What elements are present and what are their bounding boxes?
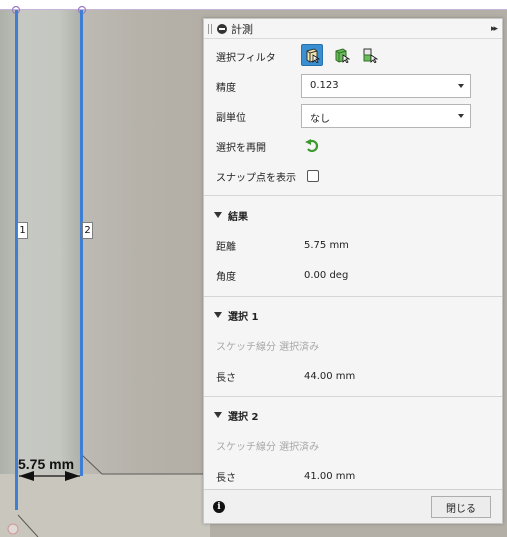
dimension-arrow-left [19, 471, 34, 481]
angle-row: 角度 0.00 deg [204, 260, 502, 290]
panel-header[interactable]: 計測 ▸▸ [204, 19, 502, 39]
secondary-unit-dropdown[interactable]: なし [301, 104, 471, 128]
divider [204, 195, 502, 196]
expand-icon[interactable]: ▸▸ [491, 24, 498, 34]
dimension-label: 5.75 mm [18, 456, 75, 472]
precision-value: 0.123 [310, 80, 339, 91]
selection2-status-row: スケッチ線分 選択済み [204, 430, 502, 460]
panel-footer: i 閉じる [204, 489, 502, 523]
measure-panel: 計測 ▸▸ 選択フィルタ 精度 0.123 副単位 なし 選択を再開 スナップ点… [203, 18, 503, 524]
selection2-section-header[interactable]: 選択 2 [204, 400, 502, 430]
divider [204, 396, 502, 397]
selection1-length-label: 長さ [216, 372, 236, 384]
floor-edge [81, 454, 210, 475]
selection2-status: スケッチ線分 選択済み [216, 441, 320, 453]
secondary-unit-label: 副単位 [216, 112, 246, 124]
panel-title: 計測 [231, 22, 253, 36]
selected-edge-2[interactable] [80, 10, 83, 476]
drag-grip-icon[interactable] [208, 23, 212, 34]
info-icon[interactable]: i [213, 501, 225, 513]
restart-selection-label: 選択を再開 [216, 142, 266, 154]
chevron-down-icon [458, 84, 464, 88]
origin-marker [7, 523, 19, 535]
distance-label: 距離 [216, 241, 236, 253]
restart-icon[interactable] [304, 138, 320, 154]
edge-tag-2: 2 [82, 222, 93, 239]
face-filter-icon [306, 48, 320, 63]
collapse-icon[interactable] [217, 23, 227, 34]
restart-selection-row: 選択を再開 [204, 131, 502, 161]
snap-points-row: スナップ点を表示 [204, 161, 502, 191]
close-button[interactable]: 閉じる [431, 496, 491, 518]
body-filter-icon [335, 48, 350, 63]
dimension-arrow-right [65, 471, 80, 481]
selection1-status-row: スケッチ線分 選択済み [204, 330, 502, 360]
body-filter-button[interactable] [331, 44, 353, 66]
component-filter-icon [363, 48, 378, 63]
results-title: 結果 [228, 211, 248, 223]
secondary-unit-value: なし [310, 114, 330, 125]
selection2-length-row: 長さ 41.00 mm [204, 461, 502, 491]
divider [204, 296, 502, 297]
snap-points-label: スナップ点を表示 [216, 172, 296, 184]
component-filter-button[interactable] [359, 44, 381, 66]
face-filter-button[interactable] [301, 44, 323, 66]
selected-edge-1[interactable] [15, 10, 18, 510]
distance-value: 5.75 mm [304, 239, 349, 251]
distance-row: 距離 5.75 mm [204, 230, 502, 260]
precision-label: 精度 [216, 82, 236, 94]
selection2-length-label: 長さ [216, 472, 236, 484]
collapse-triangle-icon[interactable] [214, 312, 222, 318]
selection1-length-row: 長さ 44.00 mm [204, 361, 502, 391]
angle-label: 角度 [216, 271, 236, 283]
results-section-header[interactable]: 結果 [204, 200, 502, 230]
selection-filter-label: 選択フィルタ [216, 52, 276, 64]
selection1-section-header[interactable]: 選択 1 [204, 300, 502, 330]
selection2-title: 選択 2 [228, 411, 259, 423]
selection1-length-value: 44.00 mm [304, 370, 356, 382]
collapse-triangle-icon[interactable] [214, 212, 222, 218]
selection-filter-row: 選択フィルタ [204, 41, 502, 71]
edge-tag-1: 1 [17, 222, 28, 239]
precision-row: 精度 0.123 [204, 71, 502, 101]
snap-points-checkbox[interactable] [307, 170, 319, 182]
floor-corner-edge [17, 514, 39, 537]
secondary-unit-row: 副単位 なし [204, 101, 502, 131]
selection2-length-value: 41.00 mm [304, 470, 356, 482]
precision-dropdown[interactable]: 0.123 [301, 74, 471, 98]
collapse-triangle-icon[interactable] [214, 412, 222, 418]
chevron-down-icon [458, 114, 464, 118]
angle-value: 0.00 deg [304, 269, 349, 281]
selection1-title: 選択 1 [228, 311, 259, 323]
selection1-status: スケッチ線分 選択済み [216, 341, 320, 353]
